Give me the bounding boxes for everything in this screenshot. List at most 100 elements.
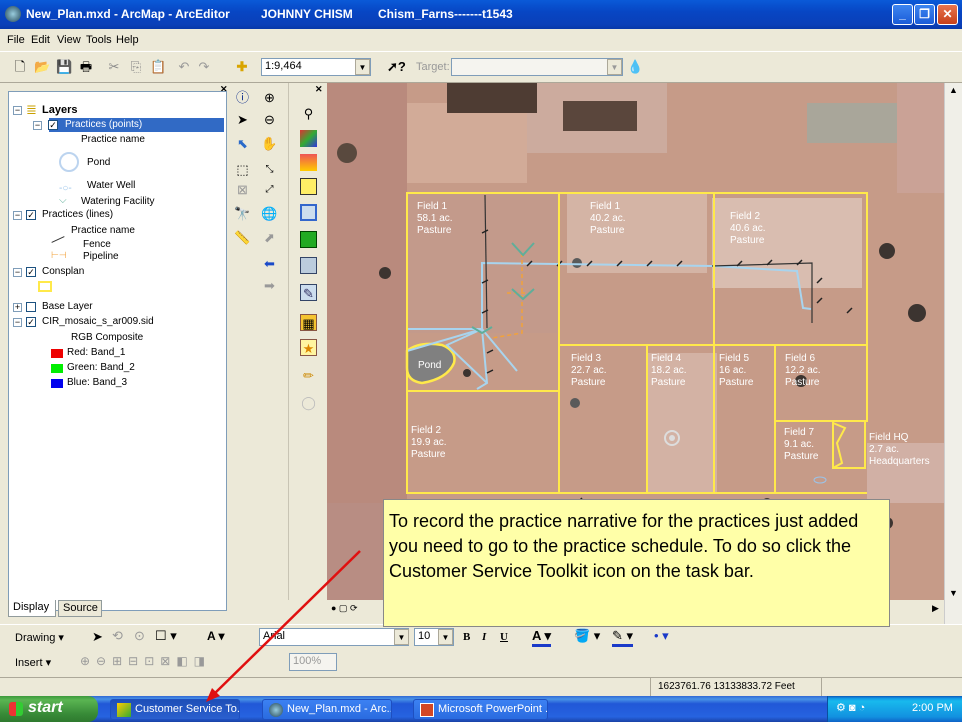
toolkit-layers-icon[interactable] [300,178,317,195]
layers-root-label[interactable]: Layers [42,104,77,116]
expand-cir-mosaic-icon[interactable]: − [13,318,22,327]
bold-button[interactable]: B [463,631,470,643]
font-color-icon[interactable]: A ▾ [532,628,552,647]
layout-zoom-combo[interactable]: 100% [289,653,337,671]
expand-layers-icon[interactable]: − [13,106,22,115]
scroll-right-icon[interactable]: ▶ [932,603,939,614]
toolkit-search-icon[interactable]: ⚲ [300,105,317,122]
underline-button[interactable]: U [500,631,508,643]
save-icon[interactable]: 💾 [56,59,72,75]
open-folder-icon[interactable]: 📂 [34,59,50,75]
back-arrow-icon[interactable]: ⬅ [261,255,278,272]
select-elements-arrow-icon[interactable]: ➤ [92,629,103,645]
menu-file[interactable]: File [7,34,25,46]
new-document-icon[interactable]: 🗋 [12,59,28,75]
menu-tools[interactable]: Tools [86,34,112,46]
fixed-zoom-out-icon[interactable]: ⤢ [261,181,278,198]
rectangle-tool-icon[interactable]: ☐ ▾ [155,628,177,644]
undo-icon[interactable]: ↶ [176,59,192,75]
base-layer-checkbox[interactable] [26,302,36,312]
scroll-down-icon[interactable]: ▼ [949,588,958,598]
full-extent-globe-icon[interactable]: 🌐 [261,205,278,222]
find-binoculars-icon[interactable]: 🔭 [234,205,251,222]
practices-lines-checkbox[interactable]: ✓ [26,210,36,220]
scale-dropdown-icon[interactable]: ▼ [355,59,370,75]
insert-menu-button[interactable]: Insert ▾ [15,656,51,669]
toolkit-pencil-icon[interactable]: ✏ [300,367,317,384]
start-button[interactable]: start [0,696,98,722]
minimize-button[interactable]: _ [892,4,913,25]
editor-droplet-icon[interactable]: 💧 [627,59,643,75]
maximize-button[interactable]: ❐ [914,4,935,25]
print-icon[interactable]: 🖶 [78,59,94,75]
cir-mosaic-checkbox[interactable]: ✓ [26,317,36,327]
clear-selection-icon[interactable]: ⊠ [234,181,251,198]
text-tool-icon[interactable]: A ▾ [207,629,225,643]
zoom-whole-page-icon[interactable]: ⊙ [134,628,145,644]
select-elements-icon[interactable]: ⬚ [234,161,251,178]
tab-source[interactable]: Source [58,600,102,617]
cut-icon[interactable]: ✂ [106,59,122,75]
measure-icon[interactable]: 📏 [234,229,251,246]
expand-base-layer-icon[interactable]: + [13,303,22,312]
pan-hand-icon[interactable]: ✋ [261,135,278,152]
close-button[interactable]: ✕ [937,4,958,25]
toolkit-frame-icon[interactable] [300,204,317,221]
toolkit-app-icon [117,703,131,717]
toolkit-edit-icon[interactable]: ✎ [300,284,317,301]
menu-view[interactable]: View [57,34,81,46]
toolkit-green-icon[interactable] [300,231,317,248]
base-layer-label[interactable]: Base Layer [42,301,93,312]
fill-color-icon[interactable]: 🪣 ▾ [574,628,600,644]
task-arcmap[interactable]: New_Plan.mxd - Arc... [262,699,392,720]
cir-mosaic-label[interactable]: CIR_mosaic_s_ar009.sid [42,316,154,327]
scroll-up-icon[interactable]: ▲ [949,85,958,95]
tab-display[interactable]: Display [8,600,56,617]
zoom-in-icon[interactable]: ⊕ [261,89,278,106]
menu-edit[interactable]: Edit [31,34,50,46]
consplan-checkbox[interactable]: ✓ [26,267,36,277]
toolkit-calculator-icon[interactable]: ▦ [300,314,317,331]
toolkit-flag-icon[interactable] [300,154,317,171]
font-name-combo[interactable]: Arial [259,628,409,646]
expand-practices-lines-icon[interactable]: − [13,211,22,220]
toolkit-star-icon[interactable]: ★ [300,339,317,356]
data-view-icon[interactable]: ● ▢ ⟳ [331,603,357,614]
practices-points-label[interactable]: Practices (points) [65,119,142,130]
fixed-zoom-in-icon[interactable]: ⤡ [261,161,278,178]
practices-points-checkbox[interactable]: ✓ [48,120,58,130]
rotate-icon[interactable]: ⟲ [112,628,123,644]
target-dropdown-icon[interactable]: ▼ [607,59,622,75]
hyperlink-icon[interactable]: ⬈ [261,229,278,246]
tray-icons[interactable]: ⚙ ◙ ◔ [836,701,865,714]
select-arrow-icon[interactable]: ➤ [234,111,251,128]
practices-lines-label[interactable]: Practices (lines) [42,209,113,220]
font-size-dropdown-icon[interactable]: ▼ [438,629,453,645]
close-toolkit-icon[interactable]: ✕ [315,84,323,95]
line-color-icon[interactable]: ✎ ▾ [612,628,634,647]
target-combo[interactable] [451,58,623,76]
drawing-menu-button[interactable]: Drawing ▾ [15,631,64,644]
vertical-scrollbar[interactable]: ▲ ▼ [944,83,962,624]
redo-icon[interactable]: ↷ [196,59,212,75]
consplan-label[interactable]: Consplan [42,266,84,277]
expand-consplan-icon[interactable]: − [13,268,22,277]
font-dropdown-icon[interactable]: ▼ [394,629,409,645]
identify-icon[interactable]: ⓘ [234,89,251,106]
marker-color-icon[interactable]: • ▾ [654,628,669,644]
add-data-icon[interactable]: ✚ [234,59,250,75]
forward-arrow-icon[interactable]: ➡ [261,277,278,294]
copy-icon[interactable]: ⎘ [128,59,144,75]
toolkit-chart-icon[interactable] [300,257,317,274]
select-features-icon[interactable]: ⬉ [234,135,251,152]
whats-this-icon[interactable]: ➚? [387,59,406,75]
toolkit-map-icon[interactable] [300,130,317,147]
expand-practices-points-icon[interactable]: − [33,121,42,130]
italic-button[interactable]: I [482,631,486,643]
menu-help[interactable]: Help [116,34,139,46]
zoom-out-icon[interactable]: ⊖ [261,111,278,128]
task-customer-service-toolkit[interactable]: Customer Service To... [110,699,240,720]
task-powerpoint[interactable]: Microsoft PowerPoint ... [413,699,548,720]
paste-icon[interactable]: 📋 [150,59,166,75]
toolkit-circle-icon[interactable]: ◯ [300,394,317,411]
